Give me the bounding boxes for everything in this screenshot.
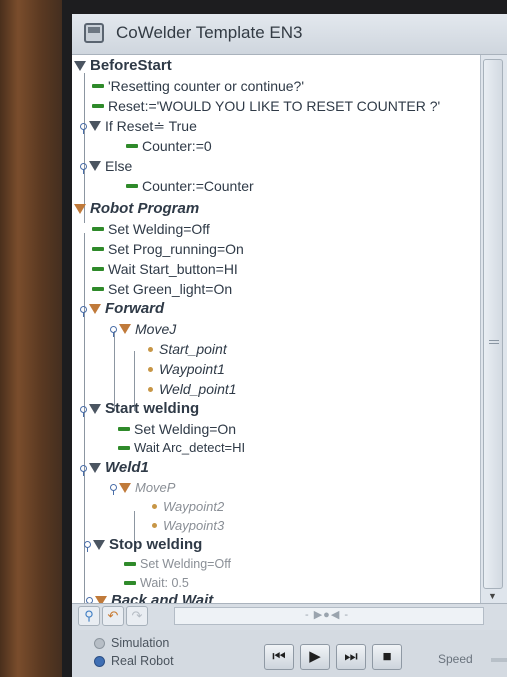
tree-item-set[interactable]: Set Welding=Off: [92, 218, 210, 238]
tree-item-waypoint[interactable]: Start_point: [148, 338, 227, 358]
command-dash-icon: [124, 561, 136, 566]
window-title: CoWelder Template EN3: [116, 23, 303, 42]
tree-node-start-welding[interactable]: Start welding: [80, 398, 199, 418]
run-control-panel: Simulation Real Robot ⏮ ▶ ⏭ ■ Speed: [72, 630, 507, 677]
tree-node-if[interactable]: If Reset≐ True: [80, 115, 197, 135]
stop-button[interactable]: ■: [372, 644, 402, 670]
tree-item-comment[interactable]: 'Resetting counter or continue?': [92, 75, 304, 95]
expand-triangle-icon[interactable]: [74, 61, 86, 72]
play-icon: ▶: [309, 648, 321, 665]
tree-item-assignment[interactable]: Reset:='WOULD YOU LIKE TO RESET COUNTER …: [92, 95, 440, 115]
scrollbar-grip-icon: [489, 340, 499, 341]
fold-key-icon: [80, 405, 87, 417]
tree-node-stop-welding[interactable]: Stop welding: [84, 534, 202, 554]
command-dash-icon: [124, 580, 136, 585]
expand-triangle-icon[interactable]: [89, 121, 101, 132]
scrollbar-thumb[interactable]: [483, 59, 503, 589]
expand-triangle-icon[interactable]: [89, 463, 101, 474]
tree-scrollbar[interactable]: ▼: [481, 55, 507, 603]
undo-icon[interactable]: ↶: [102, 606, 124, 626]
search-icon[interactable]: ⚲: [78, 606, 100, 626]
command-dash-icon: [118, 427, 130, 432]
command-dash-icon: [92, 227, 104, 232]
tree-item-wait[interactable]: Wait: 0.5: [124, 572, 189, 592]
fold-key-icon: [84, 541, 91, 553]
fold-key-icon: [80, 122, 87, 134]
expand-triangle-icon[interactable]: [89, 161, 101, 172]
play-button[interactable]: ▶: [300, 644, 330, 670]
radio-on-icon[interactable]: [94, 656, 105, 668]
redo-icon[interactable]: ↷: [126, 606, 148, 626]
expand-triangle-icon[interactable]: [119, 324, 131, 335]
step-button[interactable]: ⏭: [336, 644, 366, 670]
command-dash-icon: [92, 287, 104, 292]
command-dash-icon: [92, 84, 104, 89]
tree-item-set[interactable]: Set Welding=Off: [124, 553, 231, 573]
fold-key-icon: [80, 305, 87, 317]
tree-node-weld1[interactable]: Weld1: [80, 457, 149, 477]
tree-item-set[interactable]: Set Welding=On: [118, 418, 236, 438]
tree-node-robot-program[interactable]: Robot Program: [74, 198, 199, 218]
program-toolbar: ⚲ ↶ ↷ - ▶●◀ -: [72, 603, 507, 631]
program-tree[interactable]: BeforeStart 'Resetting counter or contin…: [72, 55, 481, 603]
tree-node-movej[interactable]: MoveJ: [110, 318, 176, 338]
command-dash-icon: [92, 247, 104, 252]
tree-item-waypoint[interactable]: Waypoint3: [152, 515, 224, 535]
step-forward-icon: ⏭: [344, 648, 358, 665]
scroll-down-arrow-icon[interactable]: ▼: [488, 591, 497, 601]
tree-node-beforestart[interactable]: BeforeStart: [74, 55, 172, 75]
tree-item-waypoint[interactable]: Waypoint1: [148, 358, 225, 378]
tree-item-waypoint[interactable]: Waypoint2: [152, 496, 224, 516]
skip-to-start-button[interactable]: ⏮: [264, 644, 294, 670]
fold-key-icon: [110, 325, 117, 337]
tree-item-set[interactable]: Set Green_light=On: [92, 278, 232, 298]
tree-node-else[interactable]: Else: [80, 155, 132, 175]
expand-triangle-icon[interactable]: [89, 404, 101, 415]
mode-option-real-robot[interactable]: Real Robot: [94, 652, 174, 670]
skip-back-icon: ⏮: [272, 648, 286, 665]
expand-triangle-icon[interactable]: [119, 482, 131, 493]
robot-program-screen: CoWelder Template EN3 BeforeStart 'Reset…: [72, 14, 507, 677]
tree-node-back-and-wait[interactable]: Back and Wait: [86, 590, 213, 603]
radio-off-icon[interactable]: [94, 638, 105, 650]
fold-key-icon: [80, 162, 87, 174]
command-dash-icon: [92, 267, 104, 272]
tree-node-forward[interactable]: Forward: [80, 298, 164, 318]
tree-item-wait[interactable]: Wait Start_button=HI: [92, 258, 238, 278]
mode-option-simulation[interactable]: Simulation: [94, 634, 169, 652]
tree-item-assignment[interactable]: Counter:=Counter: [126, 175, 254, 195]
program-navigator[interactable]: - ▶●◀ -: [174, 607, 484, 625]
command-dash-icon: [126, 144, 138, 149]
title-bar: CoWelder Template EN3: [72, 14, 507, 55]
program-file-icon: [84, 23, 104, 43]
tree-item-wait[interactable]: Wait Arc_detect=HI: [118, 437, 245, 457]
node-navigation-icon: - ▶●◀ -: [305, 609, 350, 621]
expand-triangle-icon[interactable]: [93, 539, 105, 550]
tree-item-set[interactable]: Set Prog_running=On: [92, 238, 244, 258]
tree-item-assignment[interactable]: Counter:=0: [126, 135, 212, 155]
expand-triangle-icon[interactable]: [89, 304, 101, 315]
command-dash-icon: [92, 104, 104, 109]
waypoint-dot-icon: [148, 366, 153, 372]
speed-slider[interactable]: [491, 658, 507, 662]
waypoint-dot-icon: [148, 346, 153, 352]
command-dash-icon: [126, 184, 138, 189]
fold-key-icon: [80, 464, 87, 476]
waypoint-dot-icon: [152, 504, 157, 510]
speed-label: Speed: [438, 652, 473, 666]
waypoint-dot-icon: [152, 523, 157, 529]
fold-key-icon: [110, 484, 117, 496]
stop-icon: ■: [382, 648, 392, 665]
expand-triangle-icon[interactable]: [74, 204, 86, 215]
tree-node-movep[interactable]: MoveP: [110, 477, 175, 497]
command-dash-icon: [118, 445, 130, 450]
tree-item-waypoint[interactable]: Weld_point1: [148, 378, 237, 398]
expand-triangle-icon[interactable]: [95, 595, 107, 603]
waypoint-dot-icon: [148, 386, 153, 392]
